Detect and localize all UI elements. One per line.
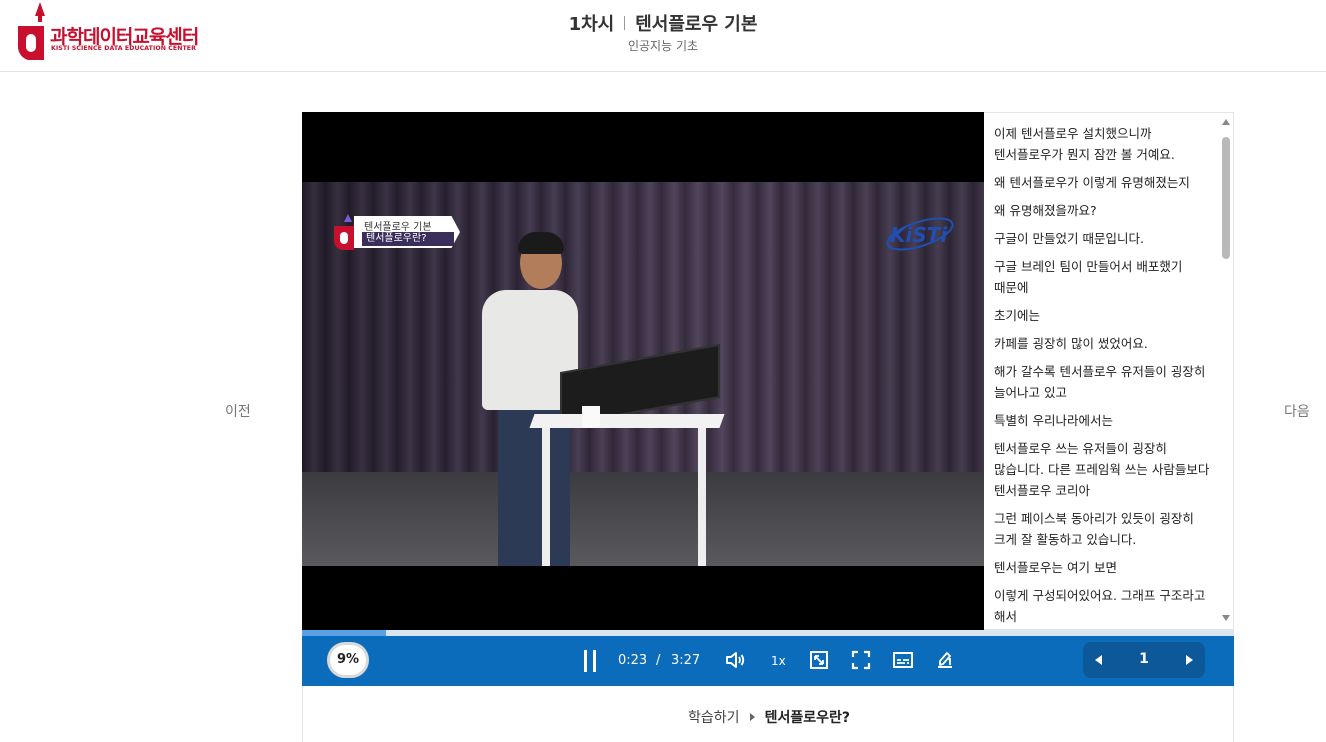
transcript-line[interactable]: 구글 브레인 팀이 만들어서 배포했기 때문에: [994, 256, 1216, 298]
scroll-down-icon[interactable]: [1222, 615, 1230, 621]
breadcrumb-arrow-icon: [749, 713, 755, 721]
lesson-section: 학습하기 텐서플로우란?: [302, 686, 1234, 742]
transcript-line[interactable]: 텐서플로우는 여기 보면: [994, 557, 1216, 578]
lesson-badge: 텐서플로우 기본 텐서플로우란?: [328, 214, 464, 252]
title-divider: [624, 16, 626, 30]
transcript-line[interactable]: 그런 페이스북 동아리가 있듯이 굉장히 크게 잘 활동하고 있습니다.: [994, 508, 1216, 550]
breadcrumb-parent[interactable]: 학습하기: [688, 710, 740, 726]
prev-page-button[interactable]: 이전: [225, 401, 251, 421]
desk-leg: [698, 428, 706, 566]
speed-button[interactable]: 1x: [771, 654, 786, 668]
video-area[interactable]: 텐서플로우 기본 텐서플로우란? KiSTi: [302, 112, 984, 630]
course-name: 인공지능 기초: [627, 39, 699, 53]
lesson-breadcrumb: 학습하기 텐서플로우란?: [303, 707, 1235, 727]
fullscreen-icon[interactable]: [850, 649, 872, 671]
time-separator: /: [656, 653, 661, 668]
transcript-line[interactable]: 이제 텐서플로우 설치했으니까 텐서플로우가 뭔지 잠깐 볼 거예요.: [994, 123, 1216, 165]
badge-logo-icon: [333, 214, 354, 250]
volume-icon[interactable]: [724, 649, 746, 671]
transcript-list: 이제 텐서플로우 설치했으니까 텐서플로우가 뭔지 잠깐 볼 거예요. 왜 텐서플…: [994, 123, 1216, 629]
transcript-scrollbar[interactable]: [1219, 113, 1233, 629]
desk-leg: [542, 428, 550, 566]
studio-floor: [302, 472, 984, 566]
current-time: 0:23: [618, 653, 648, 668]
badge-bottom-text: 텐서플로우란?: [362, 232, 454, 246]
lesson-title: 텐서플로우 기본: [635, 14, 758, 35]
memo-icon[interactable]: [934, 649, 956, 671]
video-frame[interactable]: 텐서플로우 기본 텐서플로우란? KiSTi: [302, 182, 984, 566]
scroll-thumb[interactable]: [1222, 137, 1230, 259]
subtitles-icon[interactable]: [892, 649, 914, 671]
transcript-line[interactable]: 구글이 만들었기 때문입니다.: [994, 228, 1216, 249]
pause-button[interactable]: [582, 646, 598, 676]
transcript-line[interactable]: 왜 유명해졌을까요?: [994, 200, 1216, 221]
total-time: 3:27: [671, 653, 701, 668]
transcript-line[interactable]: 초기에는: [994, 305, 1216, 326]
transcript-panel[interactable]: 이제 텐서플로우 설치했으니까 텐서플로우가 뭔지 잠깐 볼 거예요. 왜 텐서플…: [984, 112, 1234, 630]
page-control: 1: [1083, 642, 1205, 678]
progress-percent-badge: 9%: [327, 642, 369, 678]
video-player: 텐서플로우 기본 텐서플로우란? KiSTi 이제 텐서플로우 설치했으니까 텐…: [302, 112, 1234, 686]
page-header: 과학데이터교육센터 KISTI SCIENCE DATA EDUCATION C…: [0, 0, 1326, 72]
scroll-up-icon[interactable]: [1222, 119, 1230, 125]
session-label: 1차시: [568, 14, 615, 35]
badge-top-text: 텐서플로우 기본: [364, 222, 432, 233]
resize-icon[interactable]: [808, 649, 830, 671]
paper-cup: [582, 406, 600, 428]
transcript-line[interactable]: 왜 텐서플로우가 이렇게 유명해졌는지: [994, 172, 1216, 193]
transcript-line[interactable]: 해가 갈수록 텐서플로우 유저들이 굉장히 늘어나고 있고: [994, 361, 1216, 403]
transcript-line[interactable]: 특별히 우리나라에서는: [994, 410, 1216, 431]
transcript-line[interactable]: 이렇게 구성되어있어요. 그래프 구조라고 해서: [994, 585, 1216, 627]
presenter-hair: [518, 232, 564, 254]
kisti-watermark-icon: KiSTi: [886, 217, 954, 251]
control-bar: 9% 0:23 / 3:27 1x 1: [302, 636, 1234, 686]
transcript-line[interactable]: 카페를 굉장히 많이 썼었어요.: [994, 333, 1216, 354]
watermark-text: KiSTi: [890, 223, 948, 247]
breadcrumb-current: 텐서플로우란?: [764, 710, 850, 726]
desk-top: [529, 414, 725, 428]
page-title: 1차시 텐서플로우 기본: [0, 10, 1326, 36]
transcript-line[interactable]: 텐서플로우 쓰는 유저들이 굉장히 많습니다. 다른 프레임웍 쓰는 사람들보다…: [994, 438, 1216, 501]
page-next-icon[interactable]: [1186, 655, 1193, 665]
next-page-button[interactable]: 다음: [1284, 401, 1310, 421]
presenter-legs: [498, 410, 570, 566]
